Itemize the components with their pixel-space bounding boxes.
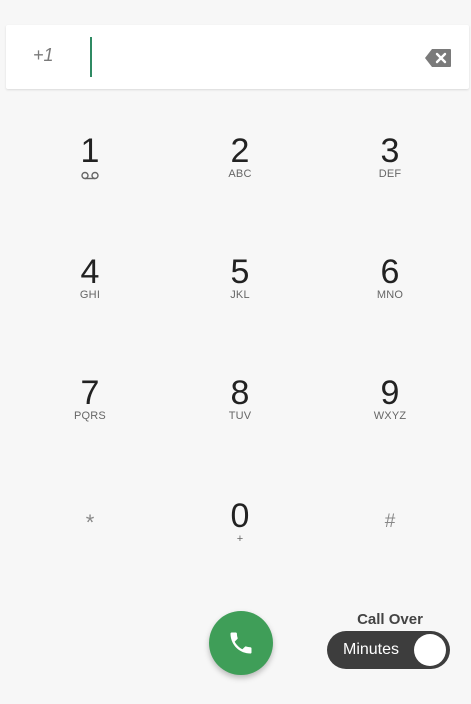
call-over-minutes-toggle[interactable]: Minutes — [327, 631, 450, 669]
key-2[interactable]: 2 ABC — [180, 133, 300, 223]
call-button[interactable] — [209, 611, 273, 675]
key-digit: 7 — [80, 374, 100, 412]
key-3[interactable]: 3 DEF — [330, 133, 450, 223]
key-letters: GHI — [79, 289, 101, 301]
key-digit: 0 — [230, 497, 250, 535]
key-digit: 5 — [230, 253, 250, 291]
key-letters: TUV — [228, 410, 252, 422]
toggle-label: Minutes — [343, 641, 400, 658]
call-over-label: Call Over — [357, 611, 423, 628]
phone-icon — [230, 632, 252, 654]
key-digit: 6 — [380, 253, 400, 291]
key-star[interactable]: * — [30, 502, 150, 592]
key-digit: 2 — [230, 132, 250, 170]
key-7[interactable]: 7 PQRS — [30, 375, 150, 465]
key-5[interactable]: 5 JKL — [180, 254, 300, 344]
key-letters: JKL — [230, 289, 250, 301]
key-letters: WXYZ — [373, 410, 407, 422]
key-digit: 3 — [380, 132, 400, 170]
key-symbol: * — [85, 510, 95, 535]
key-9[interactable]: 9 WXYZ — [330, 375, 450, 465]
dialer-screen: +1 1 2 ABC 3 DEF 4 GHI 5 JKL 6 MNO 7 PQR… — [0, 0, 471, 704]
key-letters: DEF — [378, 168, 402, 180]
key-hash[interactable]: # — [330, 502, 450, 592]
key-symbol: # — [384, 511, 396, 532]
key-digit: 1 — [80, 132, 100, 170]
key-letters: MNO — [376, 289, 404, 301]
key-digit: 9 — [380, 374, 400, 412]
key-8[interactable]: 8 TUV — [180, 375, 300, 465]
key-letters: PQRS — [74, 410, 106, 422]
key-0[interactable]: 0 + — [180, 498, 300, 588]
key-4[interactable]: 4 GHI — [30, 254, 150, 344]
key-digit: 4 — [80, 253, 100, 291]
key-1[interactable]: 1 — [30, 133, 150, 223]
key-digit: 8 — [230, 374, 250, 412]
voicemail-icon — [81, 171, 99, 180]
toggle-knob — [414, 634, 446, 666]
keypad: 1 2 ABC 3 DEF 4 GHI 5 JKL 6 MNO 7 PQRS 8… — [0, 0, 471, 704]
key-6[interactable]: 6 MNO — [330, 254, 450, 344]
key-letters: ABC — [228, 168, 252, 180]
key-plus: + — [236, 533, 244, 545]
